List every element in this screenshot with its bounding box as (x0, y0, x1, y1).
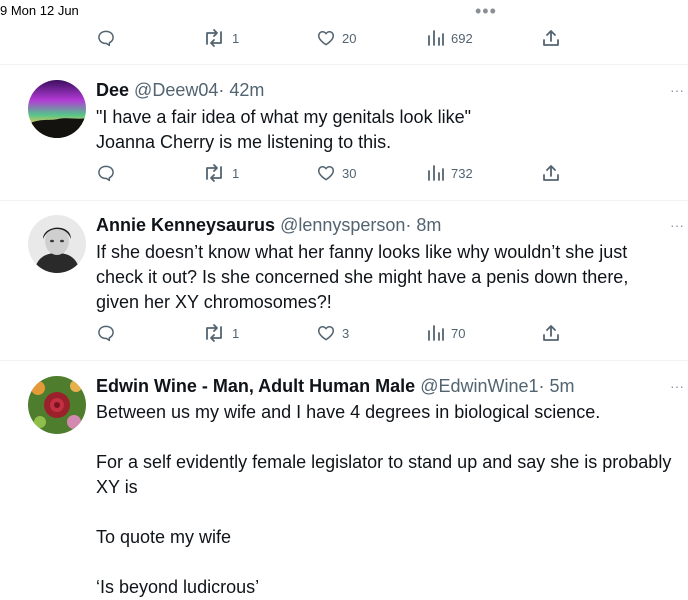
retweet-count: 1 (232, 325, 240, 341)
retweet-icon (206, 324, 222, 342)
retweet-count: 1 (232, 165, 240, 181)
tweet-paragraph: ‘Is beyond ludicrous’ (96, 577, 260, 597)
retweet-button[interactable]: 1 (202, 322, 239, 344)
heart-icon (317, 166, 335, 181)
avatar[interactable] (28, 215, 86, 273)
multitask-menu-icon[interactable]: ••• (475, 1, 497, 22)
like-count: 3 (342, 325, 350, 341)
divider (0, 360, 688, 361)
bar-chart-icon (428, 30, 444, 46)
tweet-line: given her XY chromosomes?! (96, 292, 332, 312)
like-button[interactable]: 30 (316, 162, 356, 184)
tweet-line: Joanna Cherry is me listening to this. (96, 132, 392, 152)
display-name[interactable]: Annie Kenneysaurus (96, 215, 275, 235)
divider (0, 200, 688, 201)
tweet-line: If she doesn’t know what her fanny looks… (96, 242, 628, 262)
tweet-text: Between us my wife and I have 4 degrees … (96, 400, 688, 600)
reply-bubble-icon (98, 325, 114, 342)
views-count: 732 (451, 165, 473, 181)
like-count: 30 (342, 165, 357, 181)
reply-bubble-icon (98, 30, 114, 47)
avatar[interactable] (28, 376, 86, 434)
tweet-paragraph: To quote my wife (96, 527, 232, 547)
views-count: 692 (451, 30, 473, 46)
tweet-line: check it out? Is she concerned she might… (96, 267, 629, 287)
views-button[interactable]: 732 (427, 162, 473, 184)
user-handle[interactable]: @Deew04 (134, 80, 218, 100)
retweet-count: 1 (232, 30, 240, 46)
tweet-text: If she doesn’t know what her fanny looks… (96, 240, 688, 315)
reply-bubble-icon (98, 165, 114, 182)
share-button[interactable] (542, 162, 560, 184)
tweet-text: "I have a fair idea of what my genitals … (96, 105, 688, 155)
display-name[interactable]: Edwin Wine - Man, Adult Human Male (96, 376, 415, 396)
heart-icon (317, 326, 335, 341)
like-button[interactable]: 3 (316, 322, 349, 344)
retweet-icon (206, 29, 222, 47)
retweet-button[interactable]: 1 (202, 162, 239, 184)
tweet-paragraph: XY is (96, 477, 138, 497)
heart-icon (317, 31, 335, 46)
divider (0, 64, 688, 65)
reply-button[interactable] (96, 162, 116, 184)
tweet-actions: 1 20 692 (96, 27, 566, 49)
tweet-line: "I have a fair idea of what my genitals … (96, 107, 471, 127)
reply-button[interactable] (96, 322, 116, 344)
tweet-time[interactable]: · 42m (218, 80, 264, 100)
share-icon (543, 165, 559, 181)
tweet-header: Annie Kenneysaurus @lennysperson· 8m (96, 214, 441, 236)
tweet-actions: 1 3 70 (96, 322, 566, 344)
display-name[interactable]: Dee (96, 80, 129, 100)
user-handle[interactable]: @EdwinWine1 (420, 376, 538, 396)
tweet-paragraph: For a self evidently female legislator t… (96, 452, 672, 472)
more-dots-icon[interactable]: ··· (670, 82, 684, 98)
bar-chart-icon (428, 325, 444, 341)
tweet-header: Dee @Deew04· 42m (96, 79, 264, 101)
views-button[interactable]: 692 (427, 27, 473, 49)
bar-chart-icon (428, 165, 444, 181)
more-dots-icon[interactable]: ··· (670, 217, 684, 233)
user-handle[interactable]: @lennysperson (280, 215, 405, 235)
like-button[interactable]: 20 (316, 27, 356, 49)
status-bar: 9 Mon 12 Jun ••• (0, 0, 688, 24)
tweet-time[interactable]: · 5m (539, 376, 575, 396)
retweet-icon (206, 164, 222, 182)
tweet-time[interactable]: · 8m (405, 215, 441, 235)
retweet-button[interactable]: 1 (202, 27, 239, 49)
more-dots-icon[interactable]: ··· (670, 378, 684, 394)
share-button[interactable] (542, 322, 560, 344)
views-button[interactable]: 70 (427, 322, 465, 344)
views-count: 70 (451, 325, 466, 341)
tweet-header: Edwin Wine - Man, Adult Human Male @Edwi… (96, 375, 575, 397)
avatar[interactable] (28, 80, 86, 138)
share-button[interactable] (542, 27, 560, 49)
status-time: 9 Mon 12 Jun (0, 3, 79, 18)
share-icon (543, 30, 559, 46)
tweet-paragraph: Between us my wife and I have 4 degrees … (96, 402, 601, 422)
share-icon (543, 325, 559, 341)
tweet-actions: 1 30 732 (96, 162, 566, 184)
reply-button[interactable] (96, 27, 116, 49)
like-count: 20 (342, 30, 357, 46)
